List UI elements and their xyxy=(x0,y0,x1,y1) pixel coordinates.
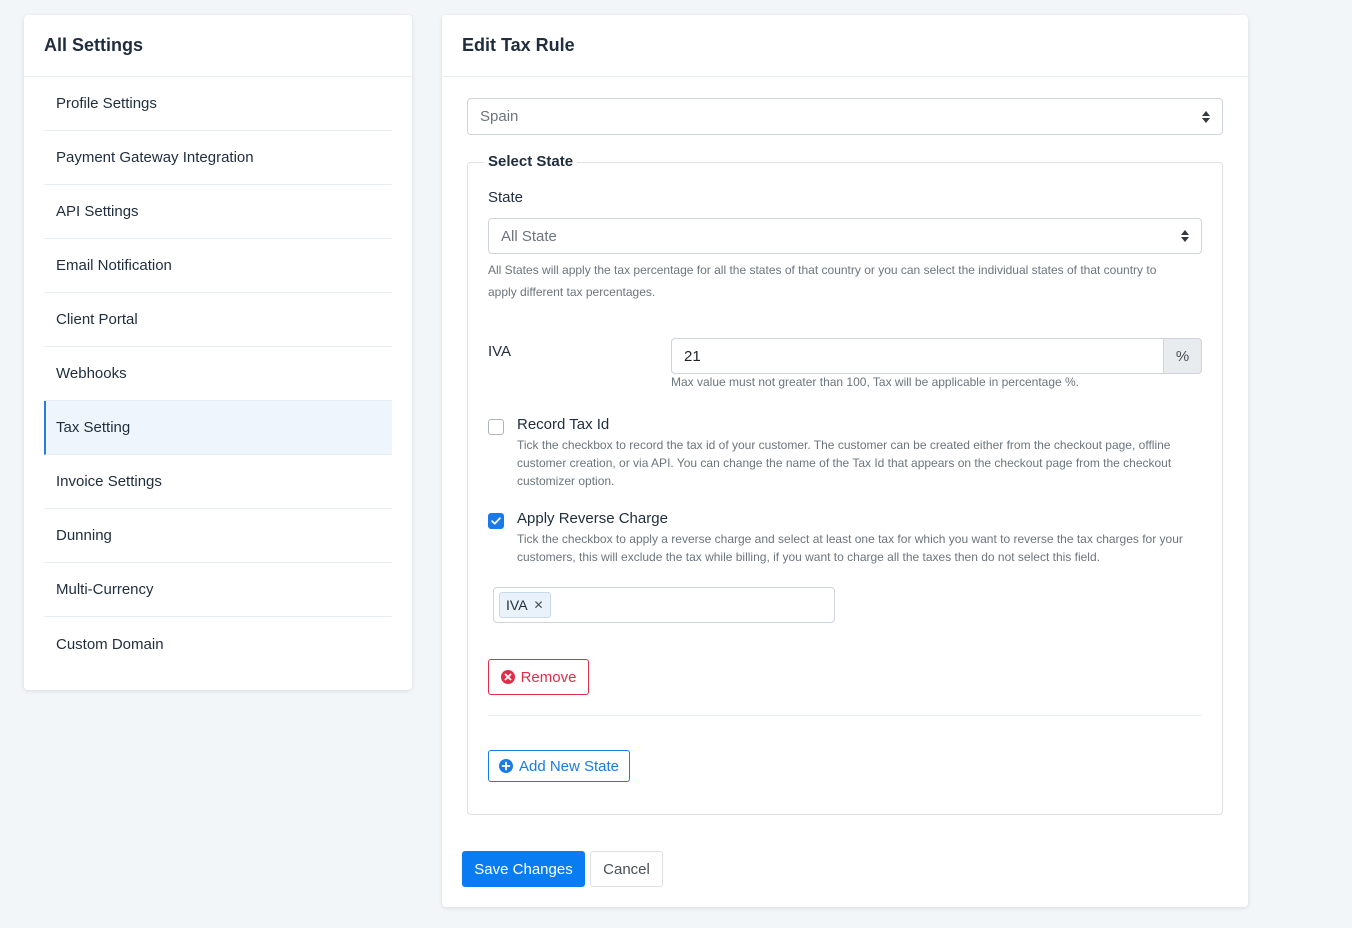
sidebar-item-api-settings[interactable]: API Settings xyxy=(44,185,392,239)
record-tax-id-help: Tick the checkbox to record the tax id o… xyxy=(517,438,1172,488)
sidebar-menu: Profile Settings Payment Gateway Integra… xyxy=(24,77,412,671)
add-new-state-button[interactable]: Add New State xyxy=(488,750,630,782)
record-tax-id-label: Record Tax Id xyxy=(517,416,610,433)
edit-tax-rule-panel: Edit Tax Rule Spain Select State State A… xyxy=(442,15,1248,907)
sidebar-item-multi-currency[interactable]: Multi-Currency xyxy=(44,563,392,617)
sidebar-item-email-notification[interactable]: Email Notification xyxy=(44,239,392,293)
sidebar-item-invoice-settings[interactable]: Invoice Settings xyxy=(44,455,392,509)
add-new-state-label: Add New State xyxy=(518,757,620,775)
tag-remove-icon[interactable]: ✕ xyxy=(534,598,544,612)
remove-state-button[interactable]: Remove xyxy=(488,659,589,695)
reverse-charge-help: Tick the checkbox to apply a reverse cha… xyxy=(517,532,1183,564)
percent-addon: % xyxy=(1163,338,1202,374)
sidebar-item-profile-settings[interactable]: Profile Settings xyxy=(44,77,392,131)
tag-label: IVA xyxy=(506,597,528,613)
sidebar-item-webhooks[interactable]: Webhooks xyxy=(44,347,392,401)
state-help-text: All States will apply the tax percentage… xyxy=(488,263,1157,299)
reverse-tax-multiselect[interactable]: IVA ✕ xyxy=(493,587,835,623)
state-select[interactable]: All State xyxy=(488,218,1202,254)
select-arrows-icon xyxy=(1202,110,1210,123)
state-label: State xyxy=(488,189,524,206)
plus-circle-icon xyxy=(498,759,513,773)
state-select-value: All State xyxy=(501,227,557,245)
settings-sidebar: All Settings Profile Settings Payment Ga… xyxy=(24,15,412,690)
sidebar-title: All Settings xyxy=(24,15,412,77)
selected-tax-tag: IVA ✕ xyxy=(499,592,551,618)
sidebar-item-dunning[interactable]: Dunning xyxy=(44,509,392,563)
tax-help-text: Max value must not greater than 100, Tax… xyxy=(671,375,1080,389)
country-select-value: Spain xyxy=(480,108,519,125)
sidebar-item-tax-setting[interactable]: Tax Setting xyxy=(44,401,392,455)
sidebar-item-payment-gateway[interactable]: Payment Gateway Integration xyxy=(44,131,392,185)
remove-label: Remove xyxy=(520,668,577,686)
save-changes-button[interactable]: Save Changes xyxy=(462,851,585,887)
tax-name-label: IVA xyxy=(488,343,512,360)
reverse-charge-checkbox[interactable] xyxy=(488,513,504,529)
remove-circle-icon xyxy=(500,670,515,684)
record-tax-id-checkbox[interactable] xyxy=(488,419,504,435)
select-arrows-icon xyxy=(1181,230,1189,242)
sidebar-item-client-portal[interactable]: Client Portal xyxy=(44,293,392,347)
divider xyxy=(488,715,1202,716)
fieldset-legend: Select State xyxy=(484,153,578,170)
country-select[interactable]: Spain xyxy=(467,98,1223,135)
page-title: Edit Tax Rule xyxy=(442,15,1248,77)
checkmark-icon xyxy=(491,517,501,525)
tax-percentage-input[interactable] xyxy=(671,338,1163,374)
sidebar-item-custom-domain[interactable]: Custom Domain xyxy=(44,617,392,671)
select-state-fieldset: Select State State All State All States … xyxy=(467,153,1223,815)
tax-percentage-group: % xyxy=(671,338,1202,374)
cancel-button[interactable]: Cancel xyxy=(590,851,663,887)
reverse-charge-label: Apply Reverse Charge xyxy=(517,510,668,527)
